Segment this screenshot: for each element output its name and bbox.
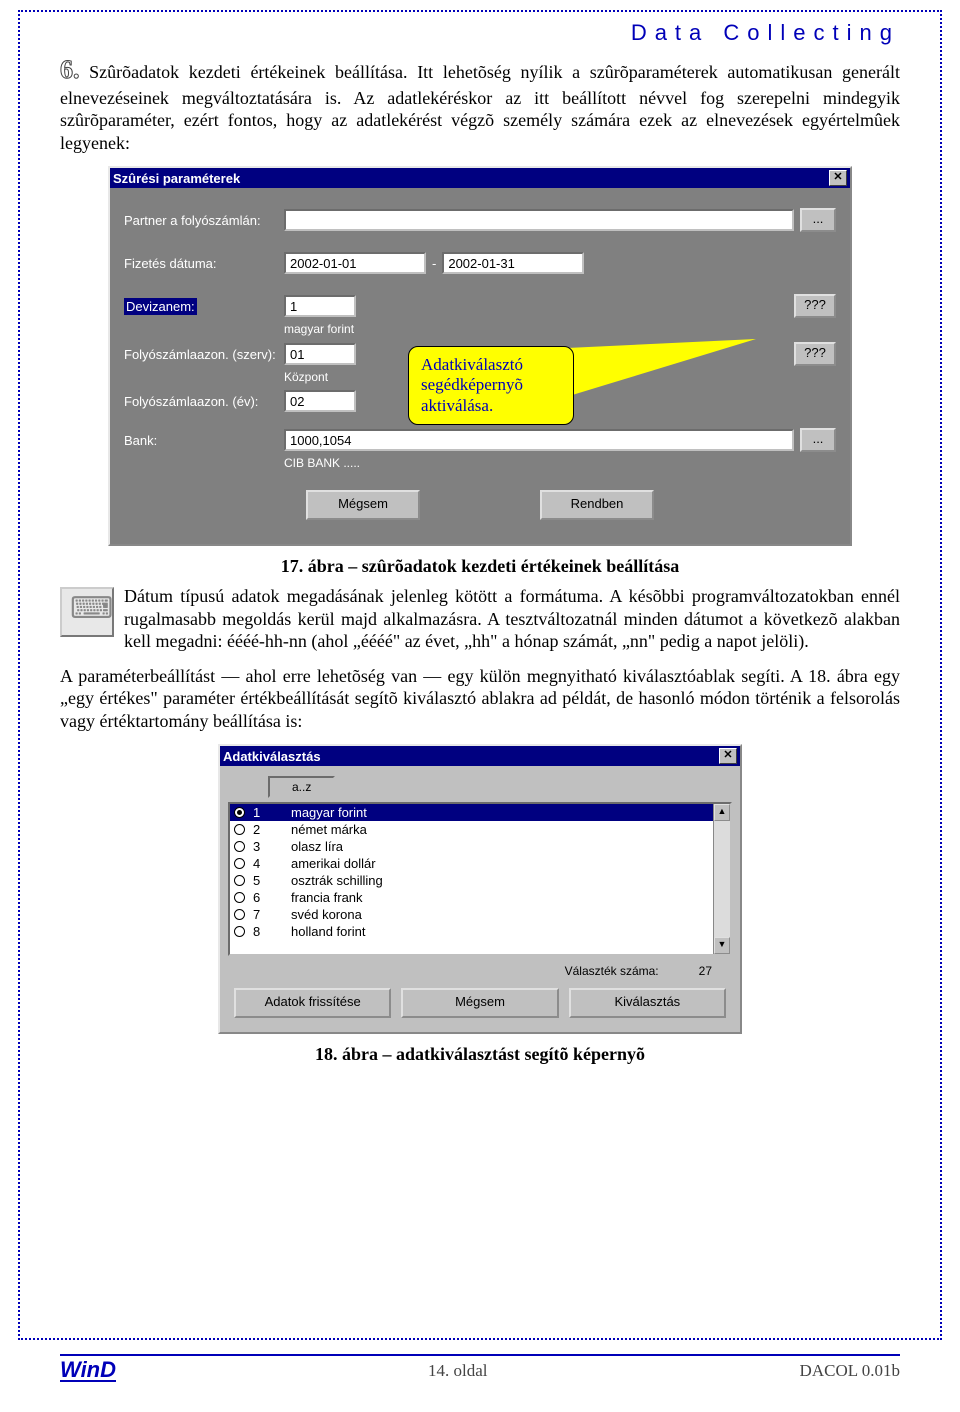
close-icon[interactable]: ✕ [829,170,847,186]
scroll-up-icon[interactable]: ▲ [714,804,730,821]
list-item[interactable]: 2 német márka [230,821,730,838]
bank-sublabel: CIB BANK ..... [284,456,836,470]
select-button[interactable]: Kiválasztás [569,988,726,1018]
list-item-label: olasz líra [291,839,343,854]
list-item[interactable]: 8 holland forint [230,923,730,940]
footer-logo: WinD [60,1360,116,1382]
scroll-down-icon[interactable]: ▼ [714,937,730,954]
label-bank: Bank: [124,433,284,448]
data-list[interactable]: 1 magyar forint 2 német márka 3 olasz líra 4 am… [228,802,732,956]
partner-more-button[interactable]: ... [800,208,836,232]
callout-box: Adatkiválasztó segédképernyõ aktiválása. [408,346,574,425]
footer-page-number: 14. oldal [428,1361,488,1381]
label-partner: Partner a folyószámlán: [124,213,284,228]
bank-more-button[interactable]: ... [800,428,836,452]
caption-18: 18. ábra – adatkiválasztást segítõ képer… [60,1044,900,1065]
fsz-szerv-input[interactable]: 01 [284,343,356,365]
list-item-number: 2 [253,822,283,837]
radio-icon[interactable] [234,909,245,920]
az-button[interactable]: a..z [268,776,335,798]
label-devizanem: Devizanem: [124,298,197,315]
list-item-label: amerikai dollár [291,856,376,871]
scrollbar[interactable]: ▲ ▼ [713,804,730,954]
paragraph-2: Dátum típusú adatok megadásának jelenleg… [60,585,900,653]
cancel-button-2[interactable]: Mégsem [401,988,558,1018]
list-item-number: 7 [253,907,283,922]
fsz-ev-input[interactable]: 02 [284,390,356,412]
paragraph-1: 6. Szûrõadatok kezdeti értékeinek beállí… [60,54,900,154]
list-item-label: holland forint [291,924,365,939]
fizetes-to-input[interactable]: 2002-01-31 [442,252,584,274]
section-number: 6. [60,55,80,84]
dialog1-title: Szûrési paraméterek [113,171,240,186]
dialog1-titlebar[interactable]: Szûrési paraméterek ✕ [110,168,850,188]
list-item[interactable]: 1 magyar forint [230,804,730,821]
list-item-number: 1 [253,805,283,820]
paragraph-2-wrap: Dátum típusú adatok megadásának jelenleg… [60,585,900,653]
list-item-label: svéd korona [291,907,362,922]
radio-icon[interactable] [234,841,245,852]
radio-icon[interactable] [234,926,245,937]
list-item-number: 8 [253,924,283,939]
label-fsz-ev: Folyószámlaazon. (év): [124,394,284,409]
partner-input[interactable] [284,209,794,231]
data-select-dialog: Adatkiválasztás ✕ a..z 1 magyar forint 2 né… [218,744,742,1034]
list-item[interactable]: 4 amerikai dollár [230,855,730,872]
list-item[interactable]: 5 osztrák schilling [230,872,730,889]
cancel-button[interactable]: Mégsem [306,490,420,520]
list-item-label: francia frank [291,890,363,905]
devizanem-qqq-button[interactable]: ??? [794,294,836,318]
paragraph-3: A paraméterbeállítást — ahol erre lehetõ… [60,665,900,733]
page-footer: WinD 14. oldal DACOL 0.01b [60,1354,900,1382]
list-item-label: magyar forint [291,805,367,820]
list-item[interactable]: 7 svéd korona [230,906,730,923]
caption-17: 17. ábra – szûrõadatok kezdeti értékeine… [60,556,900,577]
page-header: Data Collecting [60,20,900,46]
dialog2-body: a..z 1 magyar forint 2 német márka 3 olasz lí… [220,766,740,1032]
list-item-label: osztrák schilling [291,873,383,888]
label-fizetes: Fizetés dátuma: [124,256,284,271]
list-item-number: 5 [253,873,283,888]
list-item-number: 6 [253,890,283,905]
keyboard-icon [60,587,114,637]
list-item[interactable]: 6 francia frank [230,889,730,906]
close-icon[interactable]: ✕ [719,748,737,764]
devizanem-input[interactable]: 1 [284,295,356,317]
list-item-label: német márka [291,822,367,837]
radio-icon[interactable] [234,807,245,818]
bank-input[interactable]: 1000,1054 [284,429,794,451]
footer-version: DACOL 0.01b [800,1361,900,1381]
radio-icon[interactable] [234,875,245,886]
refresh-button[interactable]: Adatok frissítése [234,988,391,1018]
list-item-number: 3 [253,839,283,854]
ok-button[interactable]: Rendben [540,490,654,520]
radio-icon[interactable] [234,858,245,869]
fizetes-from-input[interactable]: 2002-01-01 [284,252,426,274]
radio-icon[interactable] [234,892,245,903]
list-item[interactable]: 3 olasz líra [230,838,730,855]
para1-text: Szûrõadatok kezdeti értékeinek beállítás… [60,62,900,153]
count-label: Választék száma: [565,964,659,978]
filter-params-dialog: Szûrési paraméterek ✕ Partner a folyószá… [108,166,852,546]
list-item-number: 4 [253,856,283,871]
radio-icon[interactable] [234,824,245,835]
dialog2-titlebar[interactable]: Adatkiválasztás ✕ [220,746,740,766]
dialog1-body: Partner a folyószámlán: ... Fizetés dátu… [110,188,850,544]
count-value: 27 [699,964,712,978]
dialog2-title: Adatkiválasztás [223,749,321,764]
fsz-szerv-qqq-button[interactable]: ??? [794,342,836,366]
label-fsz-szerv: Folyószámlaazon. (szerv): [124,347,284,362]
